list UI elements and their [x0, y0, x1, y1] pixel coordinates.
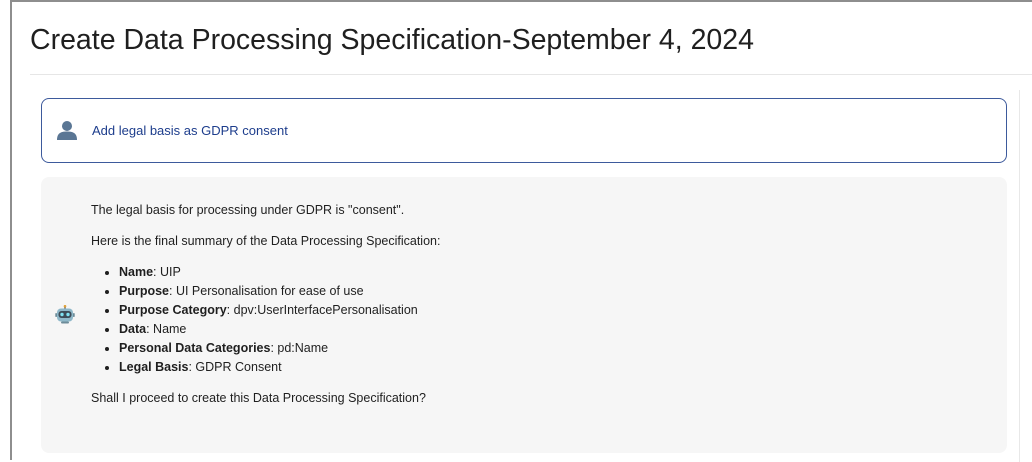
summary-intro: Here is the final summary of the Data Pr…: [91, 234, 441, 248]
summary-item-value: : UI Personalisation for ease of use: [169, 284, 364, 298]
summary-item-label: Legal Basis: [119, 360, 189, 374]
summary-item-label: Purpose: [119, 284, 170, 298]
assistant-message-body: The legal basis for processing under GDP…: [91, 201, 971, 420]
user-silhouette-icon: [56, 119, 78, 141]
summary-item-purpose-category: Purpose Category: dpv:UserInterfacePerso…: [119, 301, 971, 320]
assistant-message: The legal basis for processing under GDP…: [41, 177, 1007, 453]
summary-item-label: Personal Data Categories: [119, 341, 271, 355]
summary-item-value: : dpv:UserInterfacePersonalisation: [226, 303, 418, 317]
summary-list: Name: UIP Purpose: UI Personalisation fo…: [91, 263, 971, 377]
robot-icon: [55, 304, 75, 325]
summary-item-label: Purpose Category: [119, 303, 227, 317]
summary-item-value: : pd:Name: [270, 341, 329, 355]
summary-item-data: Data: Name: [119, 320, 971, 339]
user-message: Add legal basis as GDPR consent: [41, 98, 1007, 163]
summary-item-label: Name: [119, 265, 154, 279]
summary-item-value: : UIP: [153, 265, 181, 279]
scroll-rail[interactable]: [1019, 90, 1020, 462]
page-title: Create Data Processing Specification-Sep…: [30, 24, 754, 56]
user-message-text: Add legal basis as GDPR consent: [92, 123, 288, 138]
summary-item-value: : Name: [146, 322, 187, 336]
legal-basis-statement: The legal basis for processing under GDP…: [91, 203, 405, 217]
page-frame: Create Data Processing Specification-Sep…: [10, 0, 1032, 462]
title-divider: [30, 74, 1032, 75]
confirmation-question: Shall I proceed to create this Data Proc…: [91, 391, 426, 405]
summary-item-purpose: Purpose: UI Personalisation for ease of …: [119, 282, 971, 301]
summary-item-personal-data-categories: Personal Data Categories: pd:Name: [119, 339, 971, 358]
summary-item-value: : GDPR Consent: [188, 360, 282, 374]
summary-item-legal-basis: Legal Basis: GDPR Consent: [119, 358, 971, 377]
summary-item-label: Data: [119, 322, 147, 336]
summary-item-name: Name: UIP: [119, 263, 971, 282]
